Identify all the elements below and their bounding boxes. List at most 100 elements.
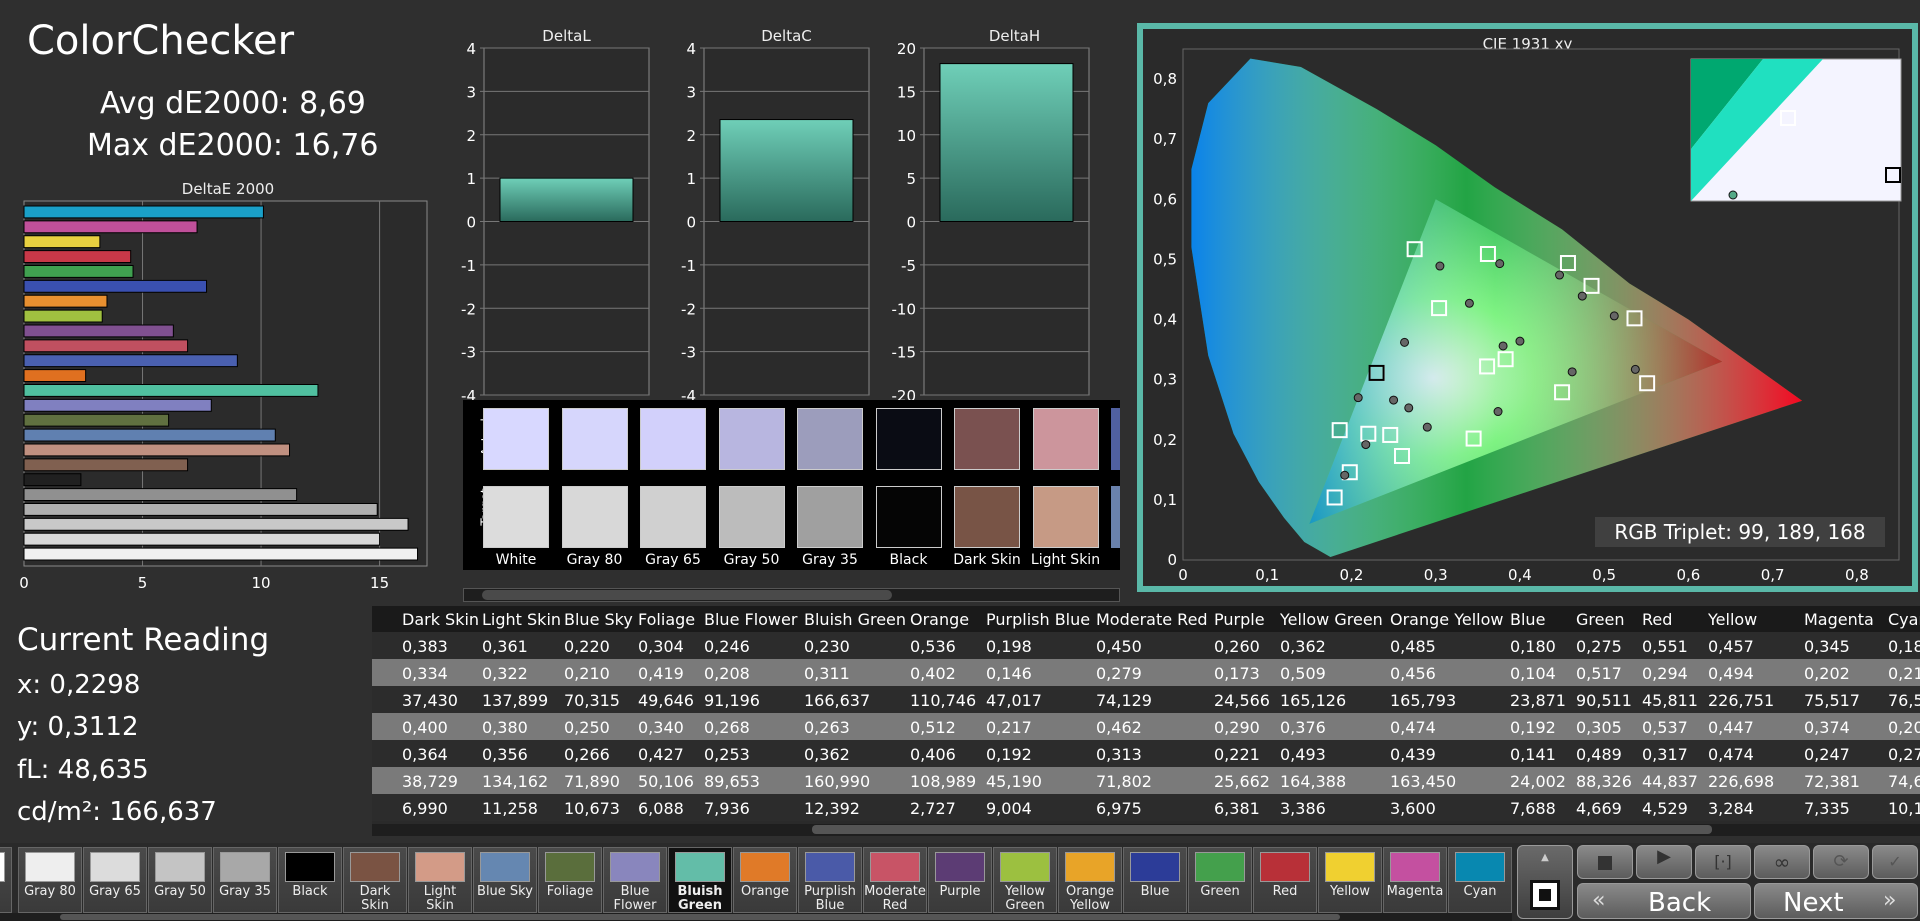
patch-scroll-thumb[interactable] [60,914,1340,920]
patch-chip[interactable]: Blue [1123,847,1187,913]
column-header[interactable]: Dark Skin [402,610,479,629]
app-window: ColorChecker Avg dE2000: 8,69 Max dE2000… [0,0,1920,921]
table-row[interactable]: 0,383 0,361 0,220 0,304 0,246 0,230 0,536 0,198… [372,632,1920,659]
reading-fl: fL: 48,635 [17,755,149,785]
patch-chip[interactable]: Magenta [1383,847,1447,913]
column-header[interactable]: Magenta [1804,610,1874,629]
patch-chip[interactable]: Orange [733,847,797,913]
table-row[interactable]: 0,400 0,380 0,250 0,340 0,268 0,263 0,512 0,217… [372,713,1920,740]
patch-label: Light Skin [423,884,457,913]
table-row[interactable]: 6,990 11,258 10,673 6,088 7,936 12,392 2,727 9,… [372,794,1920,821]
back-button[interactable]: « Back [1577,883,1751,919]
patch-chip[interactable]: Moderate Red [863,847,927,913]
patch-chip[interactable]: Gray 80 [18,847,82,913]
patch-chip[interactable]: Light Skin [408,847,472,913]
table-row[interactable]: 38,729 134,162 71,890 50,106 89,653 160,990 10… [372,767,1920,794]
column-header[interactable]: Yellow Green [1280,610,1383,629]
patch-swatch [610,852,660,882]
deltaH-tick-label: 20 [897,40,916,58]
column-header[interactable]: Light Skin [482,610,561,629]
patch-scrollbar[interactable] [0,913,1512,921]
cie-actual-marker [1493,407,1503,417]
table-scroll-thumb[interactable] [812,825,1712,834]
table-row[interactable]: 37,430 137,899 70,315 49,646 91,196 166,637 11… [372,686,1920,713]
patch-chip[interactable]: Cyan [1448,847,1512,913]
patch-chip[interactable]: Blue Flower [603,847,667,913]
cie-actual-marker [1361,440,1371,450]
patch-chip[interactable]: Red [1253,847,1317,913]
table-cell: 0,512 [910,718,956,737]
patch-chip[interactable]: Orange Yellow [1058,847,1122,913]
patch-chip[interactable]: Yellow Green [993,847,1057,913]
step-button[interactable]: [·] [1695,845,1751,879]
play-button[interactable]: ▶ [1636,845,1692,879]
table-cell: 74,129 [1096,691,1152,710]
swatch-label: Light Skin [1030,552,1101,568]
column-header[interactable]: Yellow [1708,610,1757,629]
column-header[interactable]: Orange [910,610,969,629]
patch-swatch [1195,852,1245,882]
table-cell: 3,284 [1708,799,1754,818]
patch-chip[interactable]: Foliage [538,847,602,913]
column-header[interactable]: Cyan [1888,610,1920,629]
refresh-button[interactable]: ⟳ [1813,845,1869,879]
table-cell: 47,017 [986,691,1042,710]
column-header[interactable]: Moderate Red [1096,610,1208,629]
patch-chip[interactable]: Blue Sky [473,847,537,913]
table-cell: 0,364 [402,745,448,764]
patch-chip[interactable]: Yellow [1318,847,1382,913]
deltaL-tick-label: -4 [461,387,476,400]
column-header[interactable]: Orange Yellow [1390,610,1503,629]
patch-chip[interactable]: Dark Skin [343,847,407,913]
column-header[interactable]: Purple [1214,610,1265,629]
cie-actual-marker [1498,341,1508,351]
deltae-tick-label: 10 [252,574,271,592]
column-header[interactable]: Green [1576,610,1624,629]
column-header[interactable]: Purplish Blue [986,610,1090,629]
swatch-overflow [1111,408,1120,470]
patch-chip[interactable]: Purple [928,847,992,913]
column-header[interactable]: Blue [1510,610,1545,629]
column-header[interactable]: Blue Sky [564,610,633,629]
patch-chip[interactable]: Black [278,847,342,913]
patch-chip[interactable] [0,847,12,913]
swatch-scroll-thumb[interactable] [482,590,892,600]
table-row[interactable]: 0,334 0,322 0,210 0,419 0,208 0,311 0,402 0,146… [372,659,1920,686]
column-header[interactable]: Foliage [638,610,695,629]
patch-chip[interactable]: Gray 65 [83,847,147,913]
column-header[interactable]: Blue Flower [704,610,797,629]
patch-label: Foliage [546,884,594,899]
confirm-button[interactable]: ✓ [1872,845,1918,879]
deltaL-tick-label: -3 [461,344,476,362]
patch-swatch [350,852,400,882]
table-cell: 6,975 [1096,799,1142,818]
table-row[interactable]: 0,364 0,356 0,266 0,427 0,253 0,362 0,406 0,192… [372,740,1920,767]
table-cell: 0,304 [638,637,684,656]
table-scrollbar[interactable] [372,824,1920,836]
column-header[interactable]: Bluish Green [804,610,906,629]
stop-button[interactable] [1577,845,1633,879]
patch-chip[interactable]: Gray 35 [213,847,277,913]
deltae-bar [23,428,276,442]
patch-chip[interactable]: Bluish Green [668,847,732,913]
patch-chip[interactable]: Green [1188,847,1252,913]
loop-button[interactable]: ∞ [1754,845,1810,879]
table-cell: 6,990 [402,799,448,818]
deltae-bar [23,265,134,278]
deltaL-tick-label: 0 [466,214,476,232]
patch-chip[interactable]: Purplish Blue [798,847,862,913]
swatch-scrollbar[interactable] [463,588,1120,602]
stop-measure-button[interactable]: ▲ [1517,845,1573,919]
table-cell: 0,427 [638,745,684,764]
patch-label: Magenta [1386,884,1444,899]
cie-actual-marker [1630,364,1640,374]
patch-swatch [740,852,790,882]
actual-swatch [797,408,863,470]
column-header[interactable]: Red [1642,610,1672,629]
cie-actual-marker [1400,337,1410,347]
next-button[interactable]: Next » [1754,883,1918,919]
table-cell: 0,400 [402,718,448,737]
patch-chip[interactable]: Gray 50 [148,847,212,913]
play-icon: ▶ [1657,846,1671,867]
table-cell: 45,811 [1642,691,1698,710]
